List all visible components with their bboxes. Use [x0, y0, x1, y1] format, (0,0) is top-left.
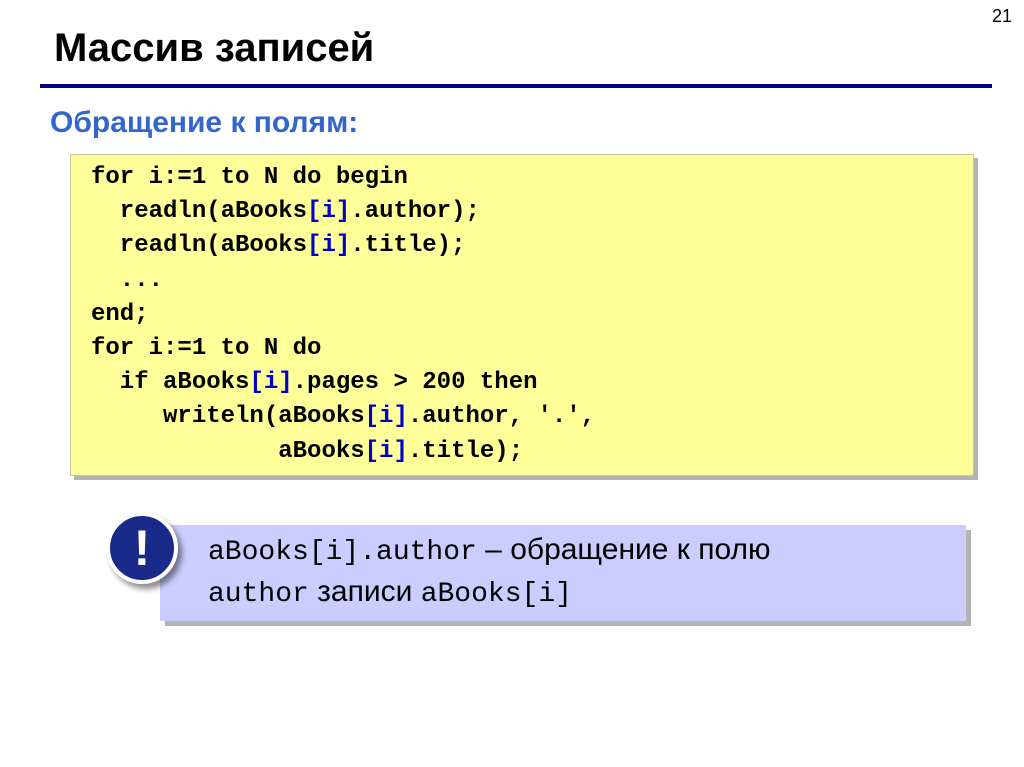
- exclamation-icon: !: [106, 512, 178, 584]
- code-index: [i]: [364, 437, 408, 465]
- exclamation-glyph: !: [133, 520, 151, 576]
- code-text: if aBooks: [91, 369, 250, 397]
- note-box: aBooks[i].author – обращение к полю auth…: [160, 525, 966, 621]
- title-underline: [40, 84, 992, 88]
- code-line: readln(aBooks[i].author);: [91, 197, 480, 227]
- code-text: .pages > 200 then: [292, 369, 538, 397]
- slide-title: Массив записей: [54, 26, 375, 70]
- code-text: .author);: [350, 198, 480, 226]
- code-text: aBooks: [91, 437, 365, 465]
- code-line: ...: [91, 266, 163, 296]
- note-code-field: aBooks[i].author: [208, 537, 477, 568]
- code-block: for i:=1 to N do begin readln(aBooks[i].…: [70, 154, 974, 476]
- code-line: writeln(aBooks[i].author, '.',: [91, 402, 595, 432]
- code-index: [i]: [249, 369, 293, 397]
- code-line: for i:=1 to N do: [91, 334, 321, 364]
- code-line: end;: [91, 300, 149, 330]
- code-line: for i:=1 to N do begin: [91, 163, 408, 193]
- code-index: [i]: [307, 232, 351, 260]
- code-line: if aBooks[i].pages > 200 then: [91, 368, 538, 398]
- code-line: aBooks[i].title);: [91, 437, 523, 467]
- code-line: readln(aBooks[i].title);: [91, 231, 466, 261]
- note-code-author: author: [208, 579, 309, 610]
- code-text: for i:=1 to N do begin: [91, 164, 408, 191]
- code-text: ...: [91, 266, 164, 294]
- code-text: readln(aBooks: [91, 198, 308, 226]
- code-text: writeln(aBooks: [91, 403, 365, 431]
- code-text: for i:=1 to N do: [91, 335, 322, 362]
- code-index: [i]: [307, 198, 351, 226]
- note-text-2: записи: [308, 575, 421, 608]
- page-number: 21: [991, 6, 1012, 26]
- note-line-1: aBooks[i].author – обращение к полю: [208, 533, 771, 568]
- code-index: [i]: [364, 403, 408, 431]
- note-line-2: author записи aBooks[i]: [208, 575, 572, 610]
- code-text: .title);: [350, 232, 466, 260]
- code-text: readln(aBooks: [91, 232, 308, 260]
- code-text: .author, '.',: [407, 403, 596, 431]
- slide-subtitle: Обращение к полям:: [50, 106, 359, 139]
- note-text-1: – обращение к полю: [476, 533, 771, 566]
- code-text: end;: [91, 300, 149, 328]
- code-text: .title);: [407, 437, 524, 465]
- note-code-record: aBooks[i]: [420, 579, 572, 610]
